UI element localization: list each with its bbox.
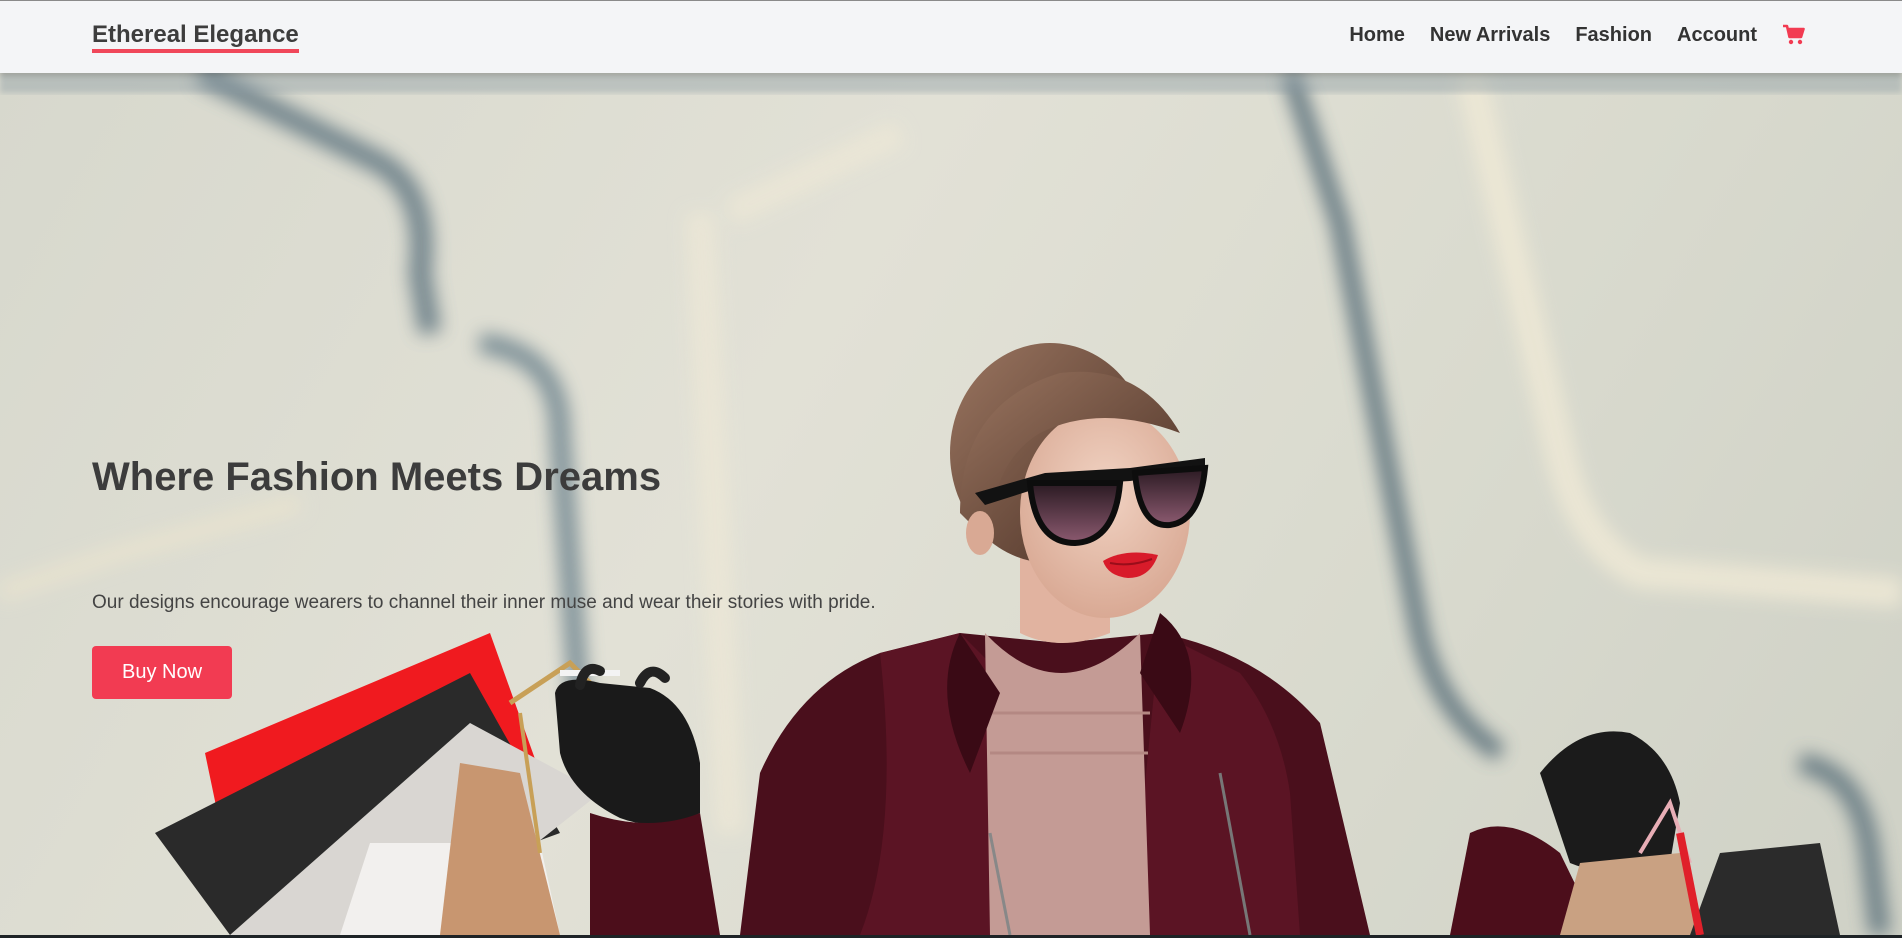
top-navbar: Ethereal Elegance Home New Arrivals Fash…: [0, 0, 1902, 73]
nav-link-fashion[interactable]: Fashion: [1575, 23, 1652, 47]
buy-now-button[interactable]: Buy Now: [92, 646, 232, 699]
nav-link-home[interactable]: Home: [1349, 23, 1405, 47]
nav-link-account[interactable]: Account: [1677, 23, 1757, 47]
nav-link-new-arrivals[interactable]: New Arrivals: [1430, 23, 1550, 47]
brand-logo[interactable]: Ethereal Elegance: [92, 21, 299, 53]
hero-section: Where Fashion Meets Dreams Our designs e…: [0, 73, 1902, 935]
hero-title: Where Fashion Meets Dreams: [92, 455, 662, 499]
hero-subtitle: Our designs encourage wearers to channel…: [92, 592, 876, 613]
shopping-cart-icon[interactable]: [1782, 24, 1806, 46]
main-nav: Home New Arrivals Fashion Account: [1324, 23, 1806, 47]
hero-background-photo: [0, 73, 1902, 935]
